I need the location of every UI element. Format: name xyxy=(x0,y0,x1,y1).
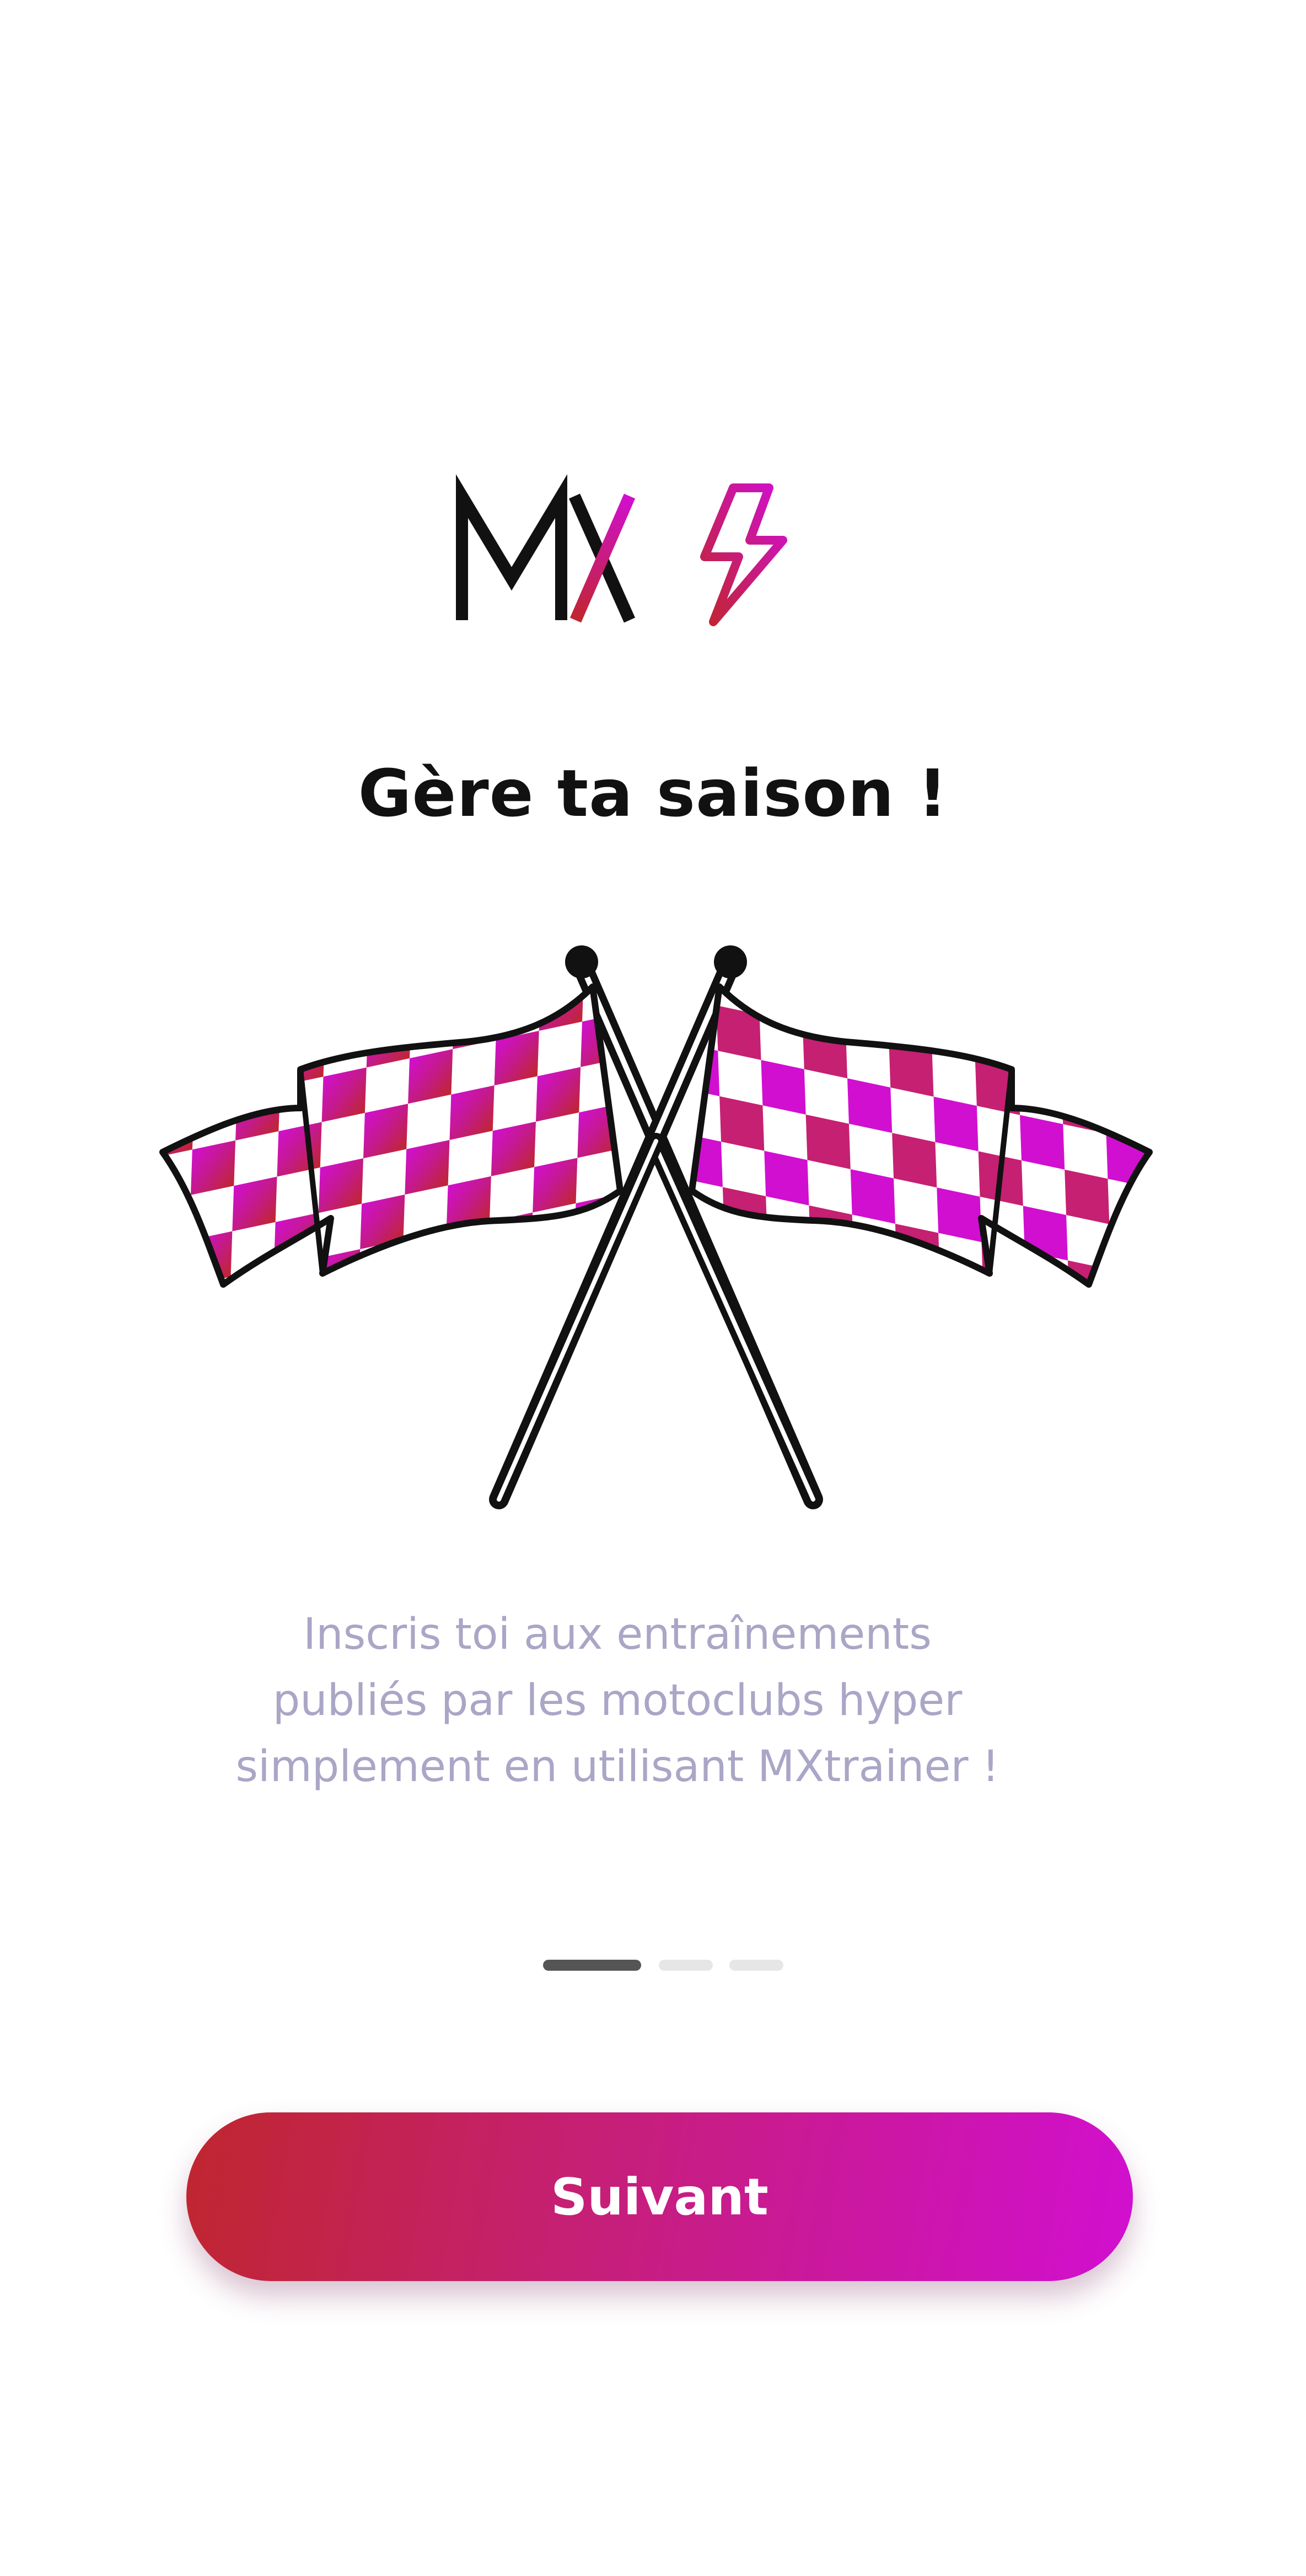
onboarding-screen: Gère ta saison ! Inscris toi aux entraîn… xyxy=(0,0,1306,2576)
page-indicator-dot-3 xyxy=(729,1960,783,1971)
right-flag xyxy=(689,983,1153,1288)
next-button[interactable]: Suivant xyxy=(186,2112,1133,2281)
onboarding-description: Inscris toi aux entraînements publiés pa… xyxy=(235,1610,999,1792)
page-indicator xyxy=(0,1960,1306,1972)
lightning-bolt-icon xyxy=(700,483,787,626)
logo-mx-letters xyxy=(456,474,636,623)
left-flag xyxy=(159,983,624,1288)
next-button-label: Suivant xyxy=(551,2167,768,2227)
page-indicator-dot-1 xyxy=(543,1960,641,1971)
crossed-checkered-flags-icon xyxy=(159,945,1153,1509)
page-title: Gère ta saison ! xyxy=(358,755,948,831)
page-indicator-dot-2 xyxy=(659,1960,713,1971)
mx-logo xyxy=(456,474,787,626)
